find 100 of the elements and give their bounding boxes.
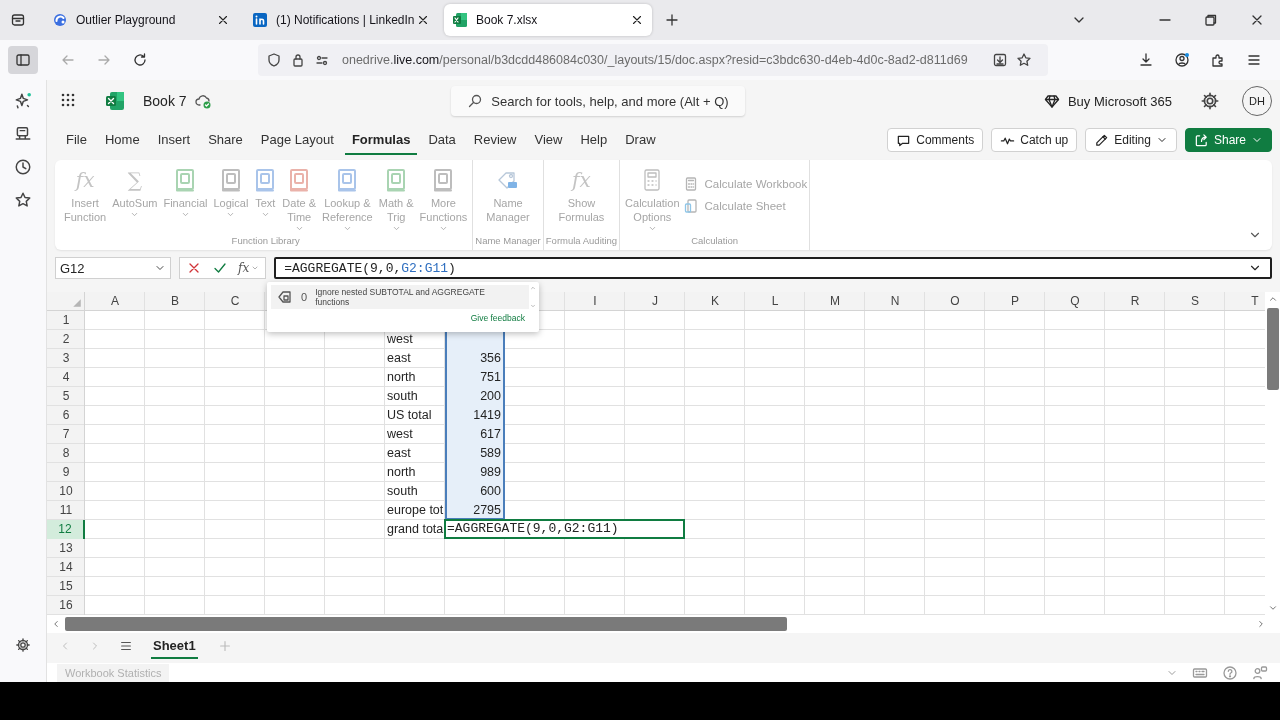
menu-tab[interactable]: Insert: [150, 125, 198, 155]
close-icon[interactable]: [216, 13, 230, 27]
menu-tab[interactable]: Page Layout: [253, 125, 341, 155]
group-label: Calculation: [691, 235, 739, 246]
scroll-up-icon[interactable]: [1267, 294, 1278, 304]
row-header[interactable]: 6: [47, 406, 85, 425]
address-field[interactable]: onedrive.live.com/personal/b3dcdd486084c030/_layouts/15/doc.aspx?resid=c3bdc630-d4eb-4d0c-8ad2-d811d69: [258, 44, 1048, 76]
column-header[interactable]: I: [565, 292, 625, 311]
tab-title: Outlier Playground: [76, 13, 177, 27]
row-header[interactable]: 13: [47, 539, 85, 558]
row-header[interactable]: 2: [47, 330, 85, 349]
editing-button[interactable]: Editing: [1085, 128, 1177, 152]
column-header[interactable]: M: [805, 292, 865, 311]
clock-icon[interactable]: [14, 158, 32, 176]
column-header[interactable]: B: [145, 292, 205, 311]
row-header[interactable]: 4: [47, 368, 85, 387]
scroll-left-icon[interactable]: [51, 619, 61, 629]
search-field[interactable]: Search for tools, help, and more (Alt + Q): [451, 86, 746, 116]
column-header[interactable]: A: [85, 292, 145, 311]
row-header[interactable]: 1: [47, 311, 85, 330]
diamond-icon: [1043, 93, 1060, 109]
suggestion-item[interactable]: 0 Ignore nested SUBTOTAL and AGGREGATE functions: [271, 285, 529, 309]
column-header[interactable]: S: [1165, 292, 1225, 311]
menu-tab[interactable]: Help: [573, 125, 615, 155]
menu-tab[interactable]: View: [527, 125, 570, 155]
menu-tab[interactable]: Formulas: [344, 125, 418, 155]
column-header[interactable]: P: [985, 292, 1045, 311]
menu-tab[interactable]: Share: [201, 125, 250, 155]
column-header[interactable]: K: [685, 292, 745, 311]
download-icon[interactable]: [1138, 52, 1154, 68]
feedback-icon[interactable]: [1252, 664, 1268, 681]
feedback-link[interactable]: Give feedback: [470, 313, 525, 323]
new-tab-icon[interactable]: [664, 12, 680, 28]
restore-icon[interactable]: [1203, 12, 1219, 28]
sidebar-button[interactable]: [8, 46, 38, 74]
column-header[interactable]: T: [1225, 292, 1265, 311]
row-header[interactable]: 9: [47, 463, 85, 482]
shield-icon[interactable]: [266, 52, 282, 68]
table-cell: 200: [445, 387, 505, 406]
chevron-down-icon: [251, 264, 260, 272]
scroll-thumb[interactable]: [65, 617, 787, 631]
row-header[interactable]: 16: [47, 596, 85, 615]
row-header[interactable]: 12: [47, 520, 85, 539]
formula-field[interactable]: =AGGREGATE(9,0,G2:G11): [274, 257, 1272, 279]
table-cell-text: south: [386, 483, 419, 500]
star-icon[interactable]: [1016, 52, 1032, 68]
reload-icon[interactable]: [132, 52, 148, 68]
row-header[interactable]: 15: [47, 577, 85, 596]
column-header[interactable]: J: [625, 292, 685, 311]
tab-list-icon[interactable]: [10, 12, 26, 28]
row-header[interactable]: 8: [47, 444, 85, 463]
row-header[interactable]: 5: [47, 387, 85, 406]
browser-tab[interactable]: Book 7.xlsx: [444, 4, 652, 36]
scroll-down-icon[interactable]: [1267, 603, 1278, 613]
settings-icon[interactable]: [15, 637, 31, 653]
column-header[interactable]: C: [205, 292, 265, 311]
save-page-icon[interactable]: [992, 52, 1008, 68]
devices-icon[interactable]: [14, 125, 32, 143]
account-icon[interactable]: [1174, 52, 1190, 68]
star-icon[interactable]: [14, 191, 32, 209]
menu-tab[interactable]: Review: [466, 125, 524, 155]
sparkle-icon[interactable]: [14, 92, 32, 110]
scroll-right-icon[interactable]: [1256, 619, 1266, 629]
catch-up-button[interactable]: Catch up: [991, 128, 1078, 152]
column-header[interactable]: O: [925, 292, 985, 311]
cell-editor[interactable]: =AGGREGATE(9,0,G2:G11): [444, 519, 685, 539]
column-header[interactable]: N: [865, 292, 925, 311]
column-header[interactable]: R: [1105, 292, 1165, 311]
row-header[interactable]: 10: [47, 482, 85, 501]
menu-tab[interactable]: Data: [421, 125, 463, 155]
menu-tab[interactable]: Home: [97, 125, 147, 155]
share-button[interactable]: Share: [1184, 128, 1272, 152]
column-header[interactable]: L: [745, 292, 805, 311]
browser-tab[interactable]: (1) Notifications | LinkedIn: [244, 4, 438, 36]
sheet-tab[interactable]: Sheet1: [151, 633, 198, 659]
insert-function-button[interactable]: fx: [238, 261, 260, 275]
lock-icon[interactable]: [290, 52, 306, 68]
row-header[interactable]: 7: [47, 425, 85, 444]
row-header[interactable]: 14: [47, 558, 85, 577]
column-header[interactable]: Q: [1045, 292, 1105, 311]
menu-tab[interactable]: Draw: [618, 125, 663, 155]
comments-button[interactable]: Comments: [887, 128, 984, 152]
settings-icon[interactable]: [1200, 91, 1220, 111]
buy-link[interactable]: Buy Microsoft 365: [1043, 93, 1172, 109]
cloud-saved-icon: [194, 93, 213, 109]
menu-tab[interactable]: File: [59, 125, 94, 155]
row-header[interactable]: 11: [47, 501, 85, 520]
menu-icon[interactable]: [119, 639, 133, 653]
close-icon[interactable]: [416, 13, 430, 27]
document-title[interactable]: Book 7: [143, 93, 187, 109]
scroll-thumb[interactable]: [1266, 308, 1279, 390]
help-icon[interactable]: [1222, 664, 1238, 681]
browser-tab[interactable]: Outlier Playground: [44, 4, 238, 36]
table-cell-text: europe tot: [386, 502, 445, 519]
menu-icon[interactable]: [1246, 52, 1262, 68]
extensions-icon[interactable]: [1210, 52, 1226, 68]
close-icon[interactable]: [630, 13, 644, 27]
table-cell-text: north: [386, 369, 417, 386]
name-box[interactable]: G12: [55, 257, 171, 279]
row-header[interactable]: 3: [47, 349, 85, 368]
